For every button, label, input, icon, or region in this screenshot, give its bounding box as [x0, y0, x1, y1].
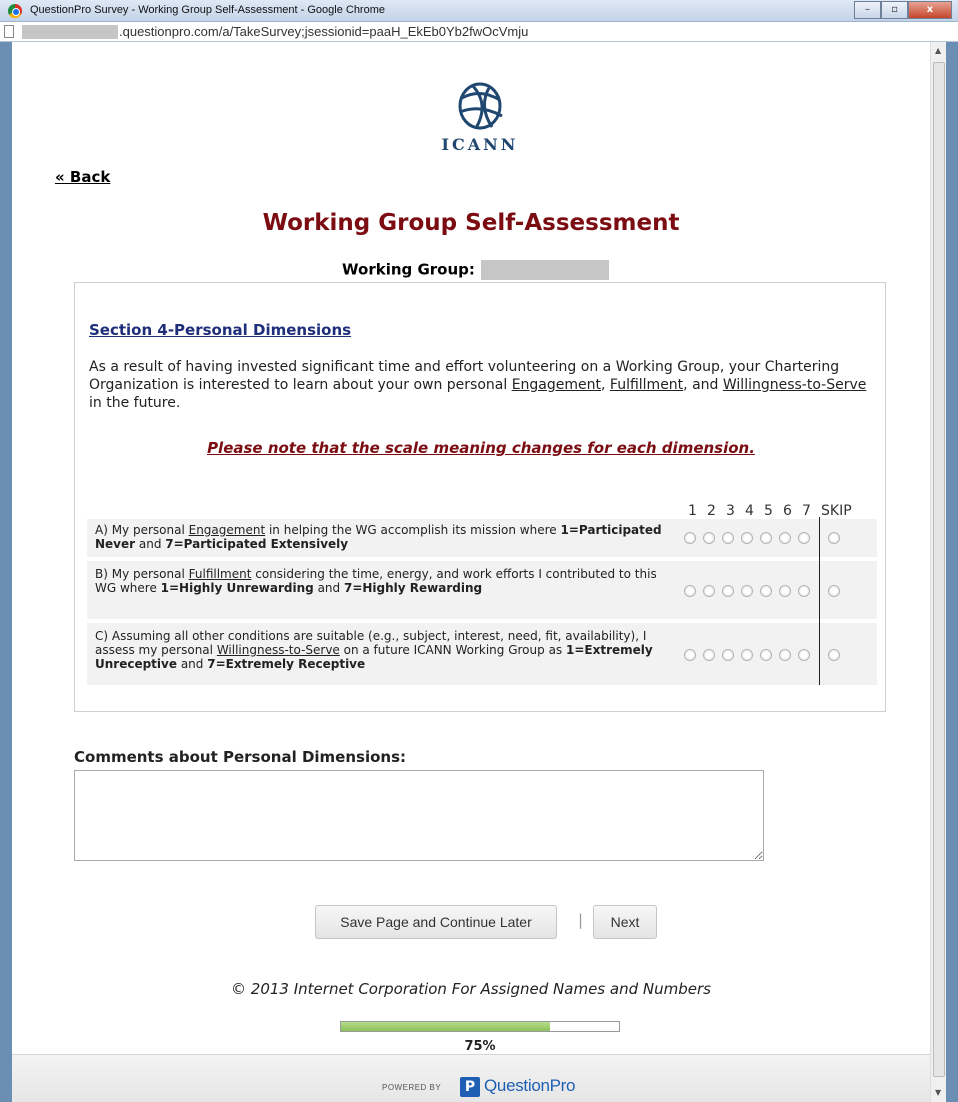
scale-note: Please note that the scale meaning chang…	[207, 439, 755, 457]
intro-text: in the future.	[89, 395, 181, 411]
progress-fill	[341, 1022, 550, 1031]
powered-by-footer: POWERED BY P QuestionPro	[12, 1054, 930, 1102]
intro-separator: , and	[683, 377, 723, 393]
radio-option-4[interactable]	[741, 585, 753, 597]
intro-term-willingness: Willingness-to-Serve	[722, 377, 867, 393]
radio-option-6[interactable]	[779, 532, 791, 544]
url-text[interactable]: .questionpro.com/a/TakeSurvey;jsessionid…	[119, 24, 528, 39]
icann-logo: ICANN	[430, 78, 530, 158]
question-text: A) My personal Engagement in helping the…	[95, 523, 662, 551]
radio-option-skip[interactable]	[828, 585, 840, 597]
radio-option-7[interactable]	[798, 585, 810, 597]
close-button[interactable]: x	[908, 1, 952, 19]
section-intro: As a result of having invested significa…	[89, 358, 879, 412]
intro-term-fulfillment: Fulfillment	[609, 377, 684, 393]
comments-textarea[interactable]	[74, 770, 764, 861]
radio-option-2[interactable]	[703, 585, 715, 597]
address-bar[interactable]: .questionpro.com/a/TakeSurvey;jsessionid…	[0, 22, 958, 42]
radio-option-2[interactable]	[703, 532, 715, 544]
scale-header-4: 4	[745, 503, 754, 519]
question-row: C) Assuming all other conditions are sui…	[87, 623, 877, 685]
next-button[interactable]: Next	[593, 905, 657, 939]
globe-icon	[458, 82, 503, 130]
button-separator: |	[578, 911, 584, 929]
window-titlebar: QuestionPro Survey - Working Group Self-…	[0, 0, 958, 22]
radio-option-3[interactable]	[722, 585, 734, 597]
scale-header-3: 3	[726, 503, 735, 519]
maximize-button[interactable]: ▫	[881, 1, 908, 19]
radio-option-1[interactable]	[684, 532, 696, 544]
radio-option-5[interactable]	[760, 649, 772, 661]
powered-by-text: POWERED BY	[382, 1083, 442, 1092]
questionpro-logo-icon: P	[460, 1077, 480, 1097]
comments-label: Comments about Personal Dimensions:	[74, 748, 406, 766]
radio-option-5[interactable]	[760, 585, 772, 597]
radio-option-3[interactable]	[722, 532, 734, 544]
radio-option-7[interactable]	[798, 649, 810, 661]
radio-option-6[interactable]	[779, 585, 791, 597]
redacted-domain	[22, 25, 118, 39]
radio-option-1[interactable]	[684, 649, 696, 661]
radio-option-2[interactable]	[703, 649, 715, 661]
scale-header-1: 1	[688, 503, 697, 519]
working-group-row: Working Group:	[342, 260, 609, 280]
radio-option-skip[interactable]	[828, 649, 840, 661]
radio-option-4[interactable]	[741, 532, 753, 544]
radio-option-1[interactable]	[684, 585, 696, 597]
intro-term-engagement: Engagement	[511, 377, 601, 393]
radio-option-4[interactable]	[741, 649, 753, 661]
radio-option-7[interactable]	[798, 532, 810, 544]
window-controls: – ▫ x	[854, 1, 952, 19]
scale-header-6: 6	[783, 503, 792, 519]
progress-label: 75%	[464, 1039, 496, 1054]
page-title: Working Group Self-Assessment	[262, 210, 680, 236]
question-panel: Section 4-Personal Dimensions As a resul…	[74, 282, 886, 712]
chrome-icon	[8, 4, 22, 18]
section-title: Section 4-Personal Dimensions	[89, 321, 352, 339]
progress-bar	[340, 1021, 620, 1032]
back-link[interactable]: « Back	[55, 168, 110, 186]
page-viewport: ICANN « Back Working Group Self-Assessme…	[12, 42, 946, 1102]
scroll-up-icon[interactable]: ▲	[935, 46, 941, 55]
scale-header-7: 7	[802, 503, 811, 519]
question-row: A) My personal Engagement in helping the…	[87, 519, 877, 557]
skip-divider	[819, 517, 820, 685]
radio-option-skip[interactable]	[828, 532, 840, 544]
questionpro-brand-name[interactable]: QuestionPro	[484, 1076, 576, 1096]
question-text: B) My personal Fulfillment considering t…	[95, 567, 657, 595]
radio-option-3[interactable]	[722, 649, 734, 661]
copyright-text: © 2013 Internet Corporation For Assigned…	[231, 980, 711, 998]
scale-header-2: 2	[707, 503, 716, 519]
question-text: C) Assuming all other conditions are sui…	[95, 629, 653, 671]
redacted-working-group	[480, 260, 609, 280]
save-continue-later-button[interactable]: Save Page and Continue Later	[315, 905, 557, 939]
scale-header-5: 5	[764, 503, 773, 519]
window-title: QuestionPro Survey - Working Group Self-…	[30, 4, 385, 16]
logo-text: ICANN	[441, 135, 519, 154]
page-icon	[4, 25, 14, 38]
scroll-down-icon[interactable]: ▼	[935, 1088, 941, 1097]
question-row: B) My personal Fulfillment considering t…	[87, 561, 877, 619]
minimize-button[interactable]: –	[854, 1, 881, 19]
vertical-scrollbar[interactable]: ▲ ▼	[930, 42, 946, 1102]
radio-option-6[interactable]	[779, 649, 791, 661]
radio-option-5[interactable]	[760, 532, 772, 544]
skip-header: SKIP	[821, 503, 852, 519]
intro-separator: ,	[601, 377, 610, 393]
working-group-label: Working Group:	[342, 260, 475, 279]
scrollbar-thumb[interactable]	[933, 62, 945, 1077]
